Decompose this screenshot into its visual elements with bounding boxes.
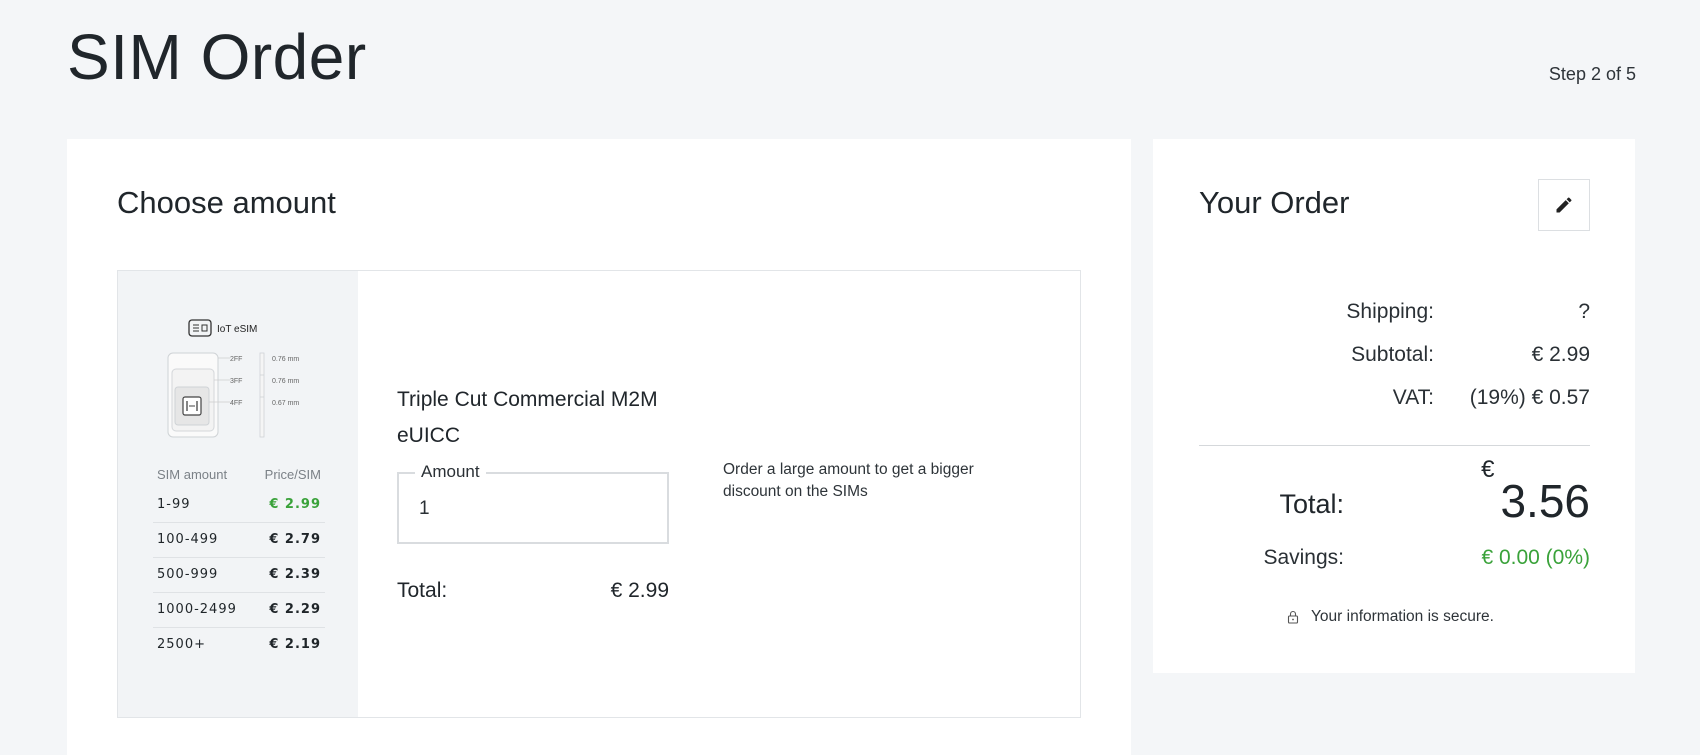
vat-row: VAT: (19%) € 0.57 [1153,386,1590,410]
price-row: 1000-2499 € 2.29 [153,593,325,628]
price-row: 2500+ € 2.19 [153,628,325,662]
savings-label: Savings: [1263,546,1344,569]
savings-value: € 0.00 (0%) [1481,546,1590,569]
format-2ff-label: 2FF [230,356,242,363]
price-row-amount: 500-999 [157,567,219,582]
dim-3ff-label: 0.76 mm [272,378,299,385]
shipping-label: Shipping: [1346,300,1434,323]
price-row: 500-999 € 2.39 [153,558,325,593]
grand-total-row: Total: €3.56 [1153,456,1590,528]
product-sidebar: IoT eSIM 2FF 3FF 4FF 0.76 mm 0.76 mm 0.6… [118,271,358,717]
grand-total-label: Total: [1279,489,1344,519]
subtotal-value: € 2.99 [1531,343,1590,366]
price-row: 100-499 € 2.79 [153,523,325,558]
product-total-label: Total: [397,579,448,602]
amount-label: Amount [415,462,486,482]
choose-amount-card: Choose amount IoT eSIM 2FF 3FF 4FF 0.76 … [67,139,1131,755]
price-row: 1-99 € 2.99 [153,488,325,523]
secure-note: Your information is secure. [1287,608,1494,626]
dim-4ff-label: 0.67 mm [272,400,299,407]
dim-2ff-label: 0.76 mm [272,356,299,363]
vat-label: VAT: [1392,386,1434,409]
order-title: Your Order [1199,185,1350,220]
shipping-value: ? [1578,300,1590,323]
summary-divider [1199,445,1590,446]
amount-field[interactable]: Amount [397,462,669,544]
price-row-price: € 2.99 [269,497,321,512]
price-row-price: € 2.39 [269,567,321,582]
column-header-amount: SIM amount [157,467,228,482]
price-row-price: € 2.19 [269,637,321,652]
product-total: Total: € 2.99 [397,579,669,603]
price-row-amount: 1-99 [157,497,191,512]
vat-value: (19%) € 0.57 [1469,386,1590,409]
savings-row: Savings: € 0.00 (0%) [1153,546,1590,570]
product-name: Triple Cut Commercial M2M eUICC [397,388,658,447]
sim-card-image: IoT eSIM 2FF 3FF 4FF 0.76 mm 0.76 mm 0.6… [167,319,299,438]
price-table: SIM amount Price/SIM 1-99 € 2.99 100-499… [153,467,325,662]
secure-text: Your information is secure. [1311,608,1494,625]
pencil-icon [1556,197,1572,213]
page-title: SIM Order [67,21,367,93]
price-row-amount: 100-499 [157,532,219,547]
product-total-value: € 2.99 [610,579,669,602]
price-row-price: € 2.29 [269,602,321,617]
sim-brand-label: IoT eSIM [217,324,257,335]
step-indicator: Step 2 of 5 [1548,64,1636,84]
grand-total-currency: € [1481,456,1495,483]
discount-hint: Order a large amount to get a bigger dis… [723,461,974,500]
order-summary-card: Your Order Shipping: ? Subtotal: € 2.99 … [1153,139,1635,673]
price-row-amount: 2500+ [157,637,206,652]
grand-total-amount: 3.56 [1500,475,1590,527]
subtotal-row: Subtotal: € 2.99 [1153,343,1590,367]
price-row-price: € 2.79 [269,532,321,547]
column-header-price: Price/SIM [264,467,321,482]
amount-input[interactable] [419,498,639,520]
price-table-header: SIM amount Price/SIM [153,467,325,488]
grand-total-value: €3.56 [1344,456,1590,528]
format-3ff-label: 3FF [230,378,242,385]
edit-order-button[interactable] [1538,179,1590,231]
choose-amount-title: Choose amount [117,185,336,220]
format-4ff-label: 4FF [230,400,242,407]
product-box: IoT eSIM 2FF 3FF 4FF 0.76 mm 0.76 mm 0.6… [117,270,1081,718]
lock-icon [1287,610,1299,624]
shipping-row: Shipping: ? [1153,300,1590,324]
subtotal-label: Subtotal: [1351,343,1434,366]
price-row-amount: 1000-2499 [157,602,237,617]
